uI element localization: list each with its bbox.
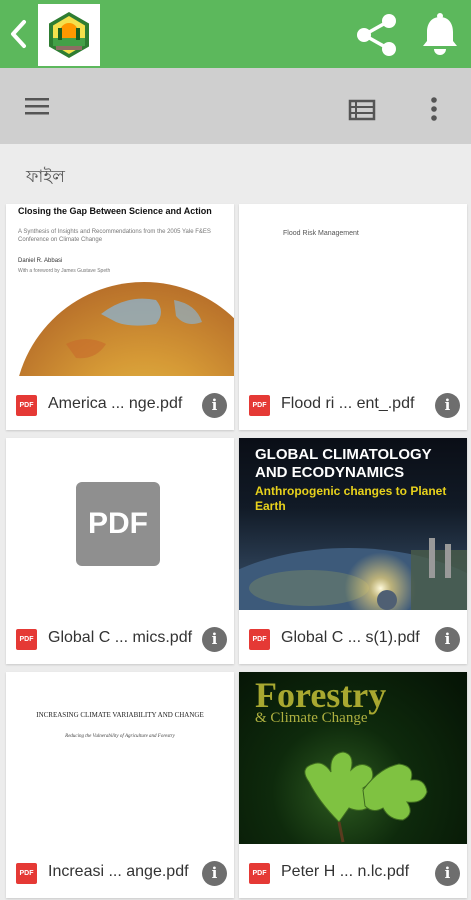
hamburger-menu-icon[interactable]: [22, 92, 52, 120]
file-name: Peter H ... n.lc.pdf: [281, 863, 410, 880]
file-footer: PDF Peter H ... n.lc.pdf i: [239, 844, 467, 898]
file-thumbnail: Forestry & Climate Change: [239, 672, 467, 844]
share-icon[interactable]: [354, 12, 400, 58]
file-name: Global C ... s(1).pdf: [281, 629, 420, 646]
file-card-america[interactable]: Closing the Gap Between Science and Acti…: [6, 204, 234, 430]
top-app-bar: [0, 0, 471, 68]
file-thumbnail: INCREASING CLIMATE VARIABILITY AND CHANG…: [6, 672, 234, 844]
file-name: Increasi ... ange.pdf: [48, 863, 189, 880]
pdf-file-icon: PDF: [16, 395, 37, 416]
file-name: America ... nge.pdf: [48, 395, 183, 412]
file-thumbnail: PDF: [6, 438, 234, 610]
pdf-file-icon: PDF: [16, 863, 37, 884]
file-thumbnail: Closing the Gap Between Science and Acti…: [6, 204, 234, 376]
pdf-file-icon: PDF: [249, 395, 270, 416]
file-footer: PDF Flood ri ... ent_.pdf i: [239, 376, 467, 430]
cover-subtitle: & Climate Change: [255, 710, 368, 726]
file-footer: PDF Global C ... s(1).pdf i: [239, 610, 467, 664]
file-card-increasing[interactable]: INCREASING CLIMATE VARIABILITY AND CHANG…: [6, 672, 234, 898]
info-icon[interactable]: i: [202, 627, 227, 652]
back-arrow-icon[interactable]: [6, 18, 32, 50]
file-name: Flood ri ... ent_.pdf: [281, 395, 415, 412]
file-thumbnail: GLOBAL CLIMATOLOGY AND ECODYNAMICS Anthr…: [239, 438, 467, 610]
breadcrumb: ফাইল: [0, 144, 471, 204]
file-footer: PDF Increasi ... ange.pdf i: [6, 844, 234, 898]
file-card-peter[interactable]: Forestry & Climate Change PDF Peter H ..…: [239, 672, 467, 898]
file-toolbar: [0, 68, 471, 144]
info-icon[interactable]: i: [202, 393, 227, 418]
file-footer: PDF America ... nge.pdf i: [6, 376, 234, 430]
info-icon[interactable]: i: [435, 861, 460, 886]
file-card-global-s1[interactable]: GLOBAL CLIMATOLOGY AND ECODYNAMICS Anthr…: [239, 438, 467, 664]
info-icon[interactable]: i: [202, 861, 227, 886]
file-footer: PDF Global C ... mics.pdf i: [6, 610, 234, 664]
pdf-file-icon: PDF: [249, 629, 270, 650]
file-name: Global C ... mics.pdf: [48, 629, 193, 646]
globe-image: [19, 282, 234, 376]
breadcrumb-folder[interactable]: ফাইল: [26, 164, 65, 192]
info-icon[interactable]: i: [435, 393, 460, 418]
pdf-file-icon: PDF: [16, 629, 37, 650]
cover-subtitle: Anthropogenic changes to Planet Earth: [255, 484, 447, 513]
cover-title: GLOBAL CLIMATOLOGY AND ECODYNAMICS: [255, 446, 432, 481]
file-card-flood[interactable]: Flood Risk Management PDF Flood ri ... e…: [239, 204, 467, 430]
pdf-placeholder-icon: PDF: [76, 482, 160, 566]
file-thumbnail: Flood Risk Management: [239, 204, 467, 376]
list-view-icon[interactable]: [346, 96, 378, 124]
bell-icon[interactable]: [418, 12, 462, 56]
cover-subtitle: Reducing the Vulnerability of Agricultur…: [65, 734, 175, 739]
pdf-file-icon: PDF: [249, 863, 270, 884]
app-logo-icon[interactable]: [38, 4, 100, 66]
file-card-global-mics[interactable]: PDF PDF Global C ... mics.pdf i: [6, 438, 234, 664]
cover-title: INCREASING CLIMATE VARIABILITY AND CHANG…: [36, 711, 204, 719]
cover-title: Flood Risk Management: [283, 230, 359, 237]
more-vert-icon[interactable]: [424, 94, 444, 124]
info-icon[interactable]: i: [435, 627, 460, 652]
